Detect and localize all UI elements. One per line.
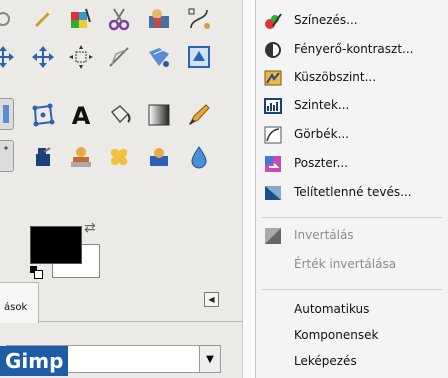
- text-icon[interactable]: A: [66, 100, 96, 130]
- menu-item-label: Telítetlenné tevés...: [294, 185, 412, 199]
- invert-icon: [265, 228, 281, 244]
- paths-icon[interactable]: [184, 4, 214, 34]
- menu-item-colorize[interactable]: Színezés...: [256, 8, 448, 34]
- shear-icon[interactable]: [104, 42, 134, 72]
- wand-icon[interactable]: [28, 4, 58, 34]
- menu-item-label: Görbék...: [294, 127, 349, 141]
- dock-menu-button[interactable]: ◀: [204, 292, 219, 307]
- menu-item-curves[interactable]: Görbék...: [256, 122, 448, 148]
- menu-item-components[interactable]: Komponensek: [256, 323, 448, 349]
- perspective-clone-icon[interactable]: [144, 142, 174, 172]
- menu-item-label: Poszter...: [294, 156, 349, 170]
- levels-icon: [264, 98, 282, 114]
- foreground-color-swatch[interactable]: [30, 226, 82, 264]
- color-select-icon[interactable]: [66, 4, 96, 34]
- panel-divider: [242, 0, 256, 378]
- menu-separator: [262, 217, 442, 218]
- foreground-select-icon[interactable]: [144, 4, 174, 34]
- colorize-icon: [265, 13, 282, 29]
- perspective-icon[interactable]: [144, 42, 174, 72]
- default-colors-icon[interactable]: [30, 266, 43, 279]
- toolbox: A ⇄ ások ◀ ▼ Gimp: [0, 0, 242, 378]
- cage-icon[interactable]: [28, 100, 58, 130]
- blur-icon[interactable]: [184, 142, 214, 172]
- menu-item-label: Leképezés: [294, 354, 357, 368]
- menu-item-threshold[interactable]: Küszöbszint...: [256, 65, 448, 91]
- menu-item-posterize[interactable]: Poszter...: [256, 151, 448, 177]
- chevron-down-icon[interactable]: ▼: [199, 346, 220, 372]
- menu-item-label: Küszöbszint...: [294, 70, 377, 84]
- brightness-contrast-icon: [265, 42, 281, 58]
- clone-icon[interactable]: [66, 142, 96, 172]
- menu-item-brightness-contrast[interactable]: Fényerő-kontraszt...: [256, 37, 448, 63]
- menu-item-label: Komponensek: [294, 328, 379, 342]
- ink-icon[interactable]: [28, 142, 58, 172]
- menu-separator: [262, 289, 442, 290]
- swap-colors-icon[interactable]: ⇄: [84, 220, 96, 236]
- align-icon[interactable]: [66, 42, 96, 72]
- posterize-icon: [265, 156, 281, 172]
- bucket-fill-icon[interactable]: [104, 100, 134, 130]
- menu-item-label: Automatikus: [294, 302, 370, 316]
- curves-icon: [264, 126, 282, 144]
- dock-divider: [38, 321, 242, 322]
- heal-icon[interactable]: [104, 142, 134, 172]
- move-icon[interactable]: [0, 42, 18, 72]
- paintbrush-icon[interactable]: [0, 140, 14, 172]
- flip-icon[interactable]: [184, 42, 214, 72]
- colors-menu: Színezés... Fényerő-kontraszt... Küszöbs…: [256, 0, 448, 378]
- menu-item-map[interactable]: Leképezés: [256, 349, 448, 375]
- menu-item-levels[interactable]: Szintek...: [256, 93, 448, 119]
- move-icon-2[interactable]: [28, 42, 58, 72]
- menu-item-invert: Invertálás: [256, 223, 448, 249]
- menu-item-desaturate[interactable]: Telítetlenné tevés...: [256, 180, 448, 206]
- menu-item-auto[interactable]: Automatikus: [256, 297, 448, 323]
- pencil-icon[interactable]: [184, 100, 214, 130]
- threshold-icon: [264, 70, 282, 86]
- svg-text:A: A: [72, 102, 91, 128]
- menu-item-label: Érték invertálása: [294, 257, 397, 271]
- menu-item-label: Invertálás: [294, 228, 354, 242]
- menu-item-value-invert: Érték invertálása: [256, 252, 448, 278]
- desaturate-icon: [265, 186, 281, 200]
- dock-tab[interactable]: ások: [0, 282, 39, 323]
- blend-icon[interactable]: [144, 100, 174, 130]
- menu-item-label: Színezés...: [294, 13, 358, 27]
- rect-select-icon[interactable]: [0, 98, 14, 130]
- menu-item-label: Fényerő-kontraszt...: [294, 42, 414, 56]
- scissors-icon[interactable]: [104, 4, 134, 34]
- fuzzy-select-icon[interactable]: [0, 4, 18, 34]
- menu-item-label: Szintek...: [294, 98, 350, 112]
- dock-tab-label: ások: [4, 302, 28, 313]
- brand-label: Gimp: [0, 346, 69, 376]
